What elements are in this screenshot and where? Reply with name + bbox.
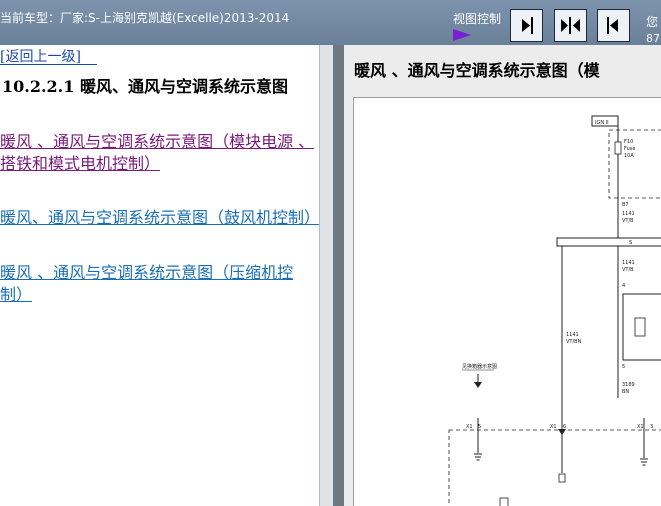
back-link-underline	[0, 64, 97, 65]
current-vehicle-label: 当前车型：厂家:S-上海别克凯越(Excelle)2013-2014	[0, 11, 290, 25]
corner-text-top: 您	[646, 15, 659, 29]
wire-top-color: VT/B	[622, 218, 634, 224]
conn-c-label: X1	[637, 424, 644, 430]
fuse-symbol	[614, 141, 622, 155]
ground-icon-a	[474, 453, 482, 461]
ign-label: IGN II	[595, 120, 609, 126]
conn-c-pin: 3	[650, 424, 653, 430]
split-view-button[interactable]	[554, 9, 587, 42]
wire-mid-label: 1141	[622, 260, 635, 266]
connector-b-terminal	[558, 473, 566, 483]
play-icon[interactable]	[452, 28, 472, 42]
pin4-label: 4	[622, 283, 625, 289]
link-blower-control[interactable]: 暖风、通风与空调系统示意图（鼓风机控制）	[0, 207, 319, 229]
bar-arrow-left-icon	[607, 17, 618, 34]
corner-text-bottom: 87(	[646, 32, 661, 45]
connector-b-arrow	[558, 429, 566, 435]
component-element	[634, 317, 646, 337]
top-toolbar: 当前车型：厂家:S-上海别克凯越(Excelle)2013-2014 视图控制 …	[0, 0, 661, 45]
pin5-label: 5	[622, 364, 625, 370]
expand-left-view-button[interactable]	[510, 9, 543, 42]
wire-low-label: 3189	[622, 382, 635, 388]
navigation-pane: [返回上一级] 10.2.2.1 暖风、通风与空调系统示意图 暖风 、通风与空调…	[0, 45, 319, 506]
reference-arrow-head	[474, 382, 482, 388]
split-arrows-icon	[561, 17, 580, 34]
splice-label: S	[629, 240, 632, 246]
schematic-frame: IGN II F10 Fuse 10A B7 1141 VT/B S 1141 …	[353, 97, 661, 506]
b7-label: B7	[622, 202, 629, 208]
wire-left-label: 1141	[566, 332, 579, 338]
arrow-right-bar-icon	[522, 17, 533, 34]
wire-low-color: BN	[622, 389, 629, 395]
wiring-schematic: IGN II F10 Fuse 10A B7 1141 VT/B S 1141 …	[448, 115, 661, 506]
wire-top-label: 1141	[622, 211, 635, 217]
link-compressor-control[interactable]: 暖风 、通风与空调系统示意图（压缩机控制）	[0, 262, 316, 306]
fuse-block	[608, 129, 661, 199]
module-outline	[448, 429, 661, 506]
link-power-ground-mode-motor[interactable]: 暖风 、通风与空调系统示意图（模块电源 、 搭铁和模式电机控制）	[0, 131, 316, 175]
splice-bar	[556, 237, 661, 247]
section-title: 10.2.2.1 暖风、通风与空调系统示意图	[2, 77, 288, 96]
diagram-title: 暖风 、通风与空调系统示意图（模	[354, 61, 600, 80]
reference-note: 见换箱器示意图	[462, 363, 497, 370]
fuse-label: F10	[624, 139, 633, 145]
conn-a-label: X1	[466, 424, 473, 430]
wire-left-color: VT/BN	[566, 339, 582, 345]
fuse-amp-label: 10A	[624, 153, 634, 159]
conn-b-label: X1	[550, 424, 557, 430]
expand-right-view-button[interactable]	[597, 9, 630, 42]
navigation-scrollbar[interactable]	[319, 45, 334, 506]
pane-splitter[interactable]	[333, 45, 344, 506]
fuse-sub-label: Fuse	[624, 146, 635, 152]
diagram-pane: 暖风 、通风与空调系统示意图（模 IGN II F10 Fuse 10A B7 …	[344, 45, 661, 506]
wire-mid-color: VT/B	[622, 267, 634, 273]
lower-component	[499, 497, 509, 506]
view-control-label: 视图控制	[453, 12, 502, 26]
ground-icon-c	[640, 458, 648, 466]
back-link[interactable]: [返回上一级]	[0, 46, 81, 66]
